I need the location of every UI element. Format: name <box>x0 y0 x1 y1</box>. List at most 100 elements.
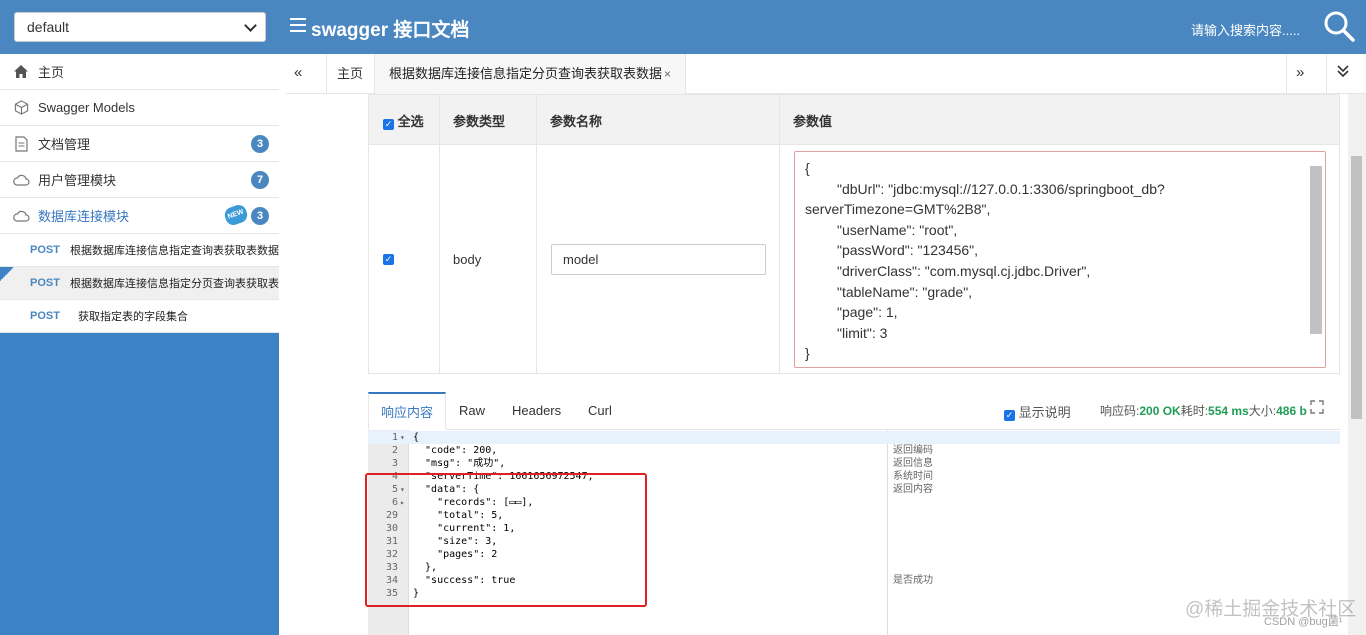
tab-headers[interactable]: Headers <box>500 392 573 430</box>
count-badge: 7 <box>251 171 269 189</box>
divider <box>779 95 780 373</box>
divider <box>536 95 537 373</box>
page-scrollbar[interactable] <box>1348 94 1366 635</box>
param-type: body <box>453 252 482 267</box>
json-line: "userName": "root", <box>837 221 958 238</box>
code-line: 2 "code": 200, 返回编码 <box>368 444 1340 457</box>
select-all-label: 全选 <box>397 114 424 129</box>
home-icon <box>12 63 30 81</box>
sidebar-item-db-module[interactable]: 数据库连接模块 NEW 3 <box>0 198 279 234</box>
code-value: 200 OK <box>1139 404 1181 418</box>
tab-label: 根据数据库连接信息指定分页查询表获取表数据 <box>389 66 663 81</box>
api-item-paged-query[interactable]: POST 根据数据库连接信息指定分页查询表获取表 <box>0 267 279 300</box>
sidebar-item-label: 数据库连接模块 <box>38 209 130 224</box>
new-tag: NEW <box>222 202 250 228</box>
sidebar-item-label: 主页 <box>38 65 65 80</box>
api-label: 根据数据库连接信息指定查询表获取表数据 <box>70 245 279 257</box>
select-all-header[interactable]: ✓ 全选 <box>383 111 424 130</box>
menu-icon[interactable] <box>290 18 306 34</box>
chevron-down-icon <box>244 19 257 32</box>
group-select-value: default <box>27 19 70 35</box>
http-method: POST <box>30 277 60 289</box>
code-label: 响应码: <box>1100 404 1140 418</box>
double-chevron-down-icon[interactable] <box>1336 64 1350 82</box>
json-line: "tableName": "grade", <box>837 283 973 300</box>
line-description: 系统时间 <box>893 471 933 482</box>
search-icon[interactable] <box>1323 10 1355 42</box>
scrollbar-thumb[interactable] <box>1351 156 1362 419</box>
code-line: 3 "msg": "成功", 返回信息 <box>368 457 1340 470</box>
time-label: 耗时: <box>1180 404 1209 418</box>
json-line: "page": 1, <box>837 304 898 321</box>
highlight-box <box>365 473 647 607</box>
code-text: "msg": "成功", <box>413 458 506 469</box>
json-line: { <box>805 160 810 176</box>
tab-curl[interactable]: Curl <box>576 392 624 430</box>
http-method: POST <box>30 310 60 322</box>
sidebar-item-label: 文档管理 <box>38 137 91 152</box>
col-header-type: 参数类型 <box>453 114 506 129</box>
close-icon[interactable]: × <box>664 67 671 81</box>
select-all-checkbox[interactable]: ✓ <box>383 119 394 130</box>
tab-response-content[interactable]: 响应内容 <box>368 392 447 430</box>
json-line: "driverClass": "com.mysql.cj.jdbc.Driver… <box>837 262 1091 279</box>
double-chevron-right-icon[interactable]: » <box>1296 64 1304 81</box>
show-description-checkbox[interactable]: ✓ <box>1004 410 1015 421</box>
divider <box>1286 54 1287 94</box>
watermark-csdn: CSDN @bug菌¹ <box>1264 616 1343 628</box>
top-bar: default swagger 接口文档 请输入搜索内容..... <box>0 0 1366 54</box>
sidebar: 主页 Swagger Models 文档管理 3 用户管理模块 7 数据库连接模… <box>0 54 279 635</box>
code-text: { <box>413 432 420 443</box>
api-item-query-table[interactable]: POST 根据数据库连接信息指定查询表获取表数据 <box>0 234 279 267</box>
group-select[interactable]: default <box>14 12 266 42</box>
size-value: 486 b <box>1276 404 1307 418</box>
param-value-textarea[interactable]: { "dbUrl": "jdbc:mysql://127.0.0.1:3306/… <box>794 151 1326 368</box>
document-icon <box>12 135 30 153</box>
line-description: 是否成功 <box>893 575 933 586</box>
json-line: "limit": 3 <box>837 324 888 341</box>
count-badge: 3 <box>251 135 269 153</box>
line-description: 返回内容 <box>893 484 933 495</box>
response-meta: 响应码:200 OK耗时:554 ms大小:486 b <box>1100 402 1307 419</box>
double-chevron-left-icon[interactable]: « <box>294 64 302 81</box>
cloud-icon <box>12 207 30 225</box>
sidebar-item-swagger-models[interactable]: Swagger Models <box>0 90 279 126</box>
tab-active[interactable]: 根据数据库连接信息指定分页查询表获取表数据 × <box>374 54 687 94</box>
params-table: ✓ 全选 参数类型 参数名称 参数值 ✓ body model { "dbUrl… <box>368 94 1340 374</box>
tab-raw[interactable]: Raw <box>447 392 497 430</box>
selected-corner-icon <box>0 267 14 281</box>
fullscreen-icon[interactable] <box>1310 400 1324 417</box>
api-label: 获取指定表的字段集合 <box>78 311 188 323</box>
row-checkbox[interactable]: ✓ <box>383 254 394 265</box>
size-label: 大小: <box>1248 404 1277 418</box>
search-input[interactable]: 请输入搜索内容..... <box>1191 20 1300 39</box>
line-number: 2 <box>391 445 398 456</box>
line-number: 1 <box>391 432 398 443</box>
cube-icon <box>12 99 30 117</box>
fold-icon[interactable]: ▾ <box>400 431 405 444</box>
line-description: 返回编码 <box>893 445 933 456</box>
line-number: 3 <box>391 458 398 469</box>
code-text: "code": 200, <box>413 445 498 456</box>
col-header-name: 参数名称 <box>550 114 603 129</box>
params-table-header <box>369 95 1339 145</box>
col-header-value: 参数值 <box>793 114 833 129</box>
json-line: "dbUrl": "jdbc:mysql://127.0.0.1:3306/sp… <box>837 180 1165 197</box>
app-title: swagger 接口文档 <box>311 20 470 41</box>
sidebar-item-home[interactable]: 主页 <box>0 54 279 90</box>
sidebar-item-label: Swagger Models <box>38 100 135 115</box>
api-item-table-fields[interactable]: POST 获取指定表的字段集合 <box>0 300 279 333</box>
code-line: 1 ▾ { <box>368 431 1340 444</box>
divider <box>1326 54 1327 94</box>
textarea-scrollbar[interactable] <box>1310 166 1322 334</box>
sidebar-item-docs[interactable]: 文档管理 3 <box>0 126 279 162</box>
show-description-toggle[interactable]: ✓ 显示说明 <box>1004 402 1071 421</box>
line-description: 返回信息 <box>893 458 933 469</box>
response-tabs: 响应内容 Raw Headers Curl ✓ 显示说明 响应码:200 OK耗… <box>368 392 1340 430</box>
param-name-input[interactable]: model <box>551 244 766 275</box>
count-badge: 3 <box>251 207 269 225</box>
sidebar-item-user-module[interactable]: 用户管理模块 7 <box>0 162 279 198</box>
show-description-label: 显示说明 <box>1018 405 1071 420</box>
tab-home[interactable]: 主页 <box>326 54 373 94</box>
json-line: serverTimezone=GMT%2B8", <box>805 201 991 218</box>
